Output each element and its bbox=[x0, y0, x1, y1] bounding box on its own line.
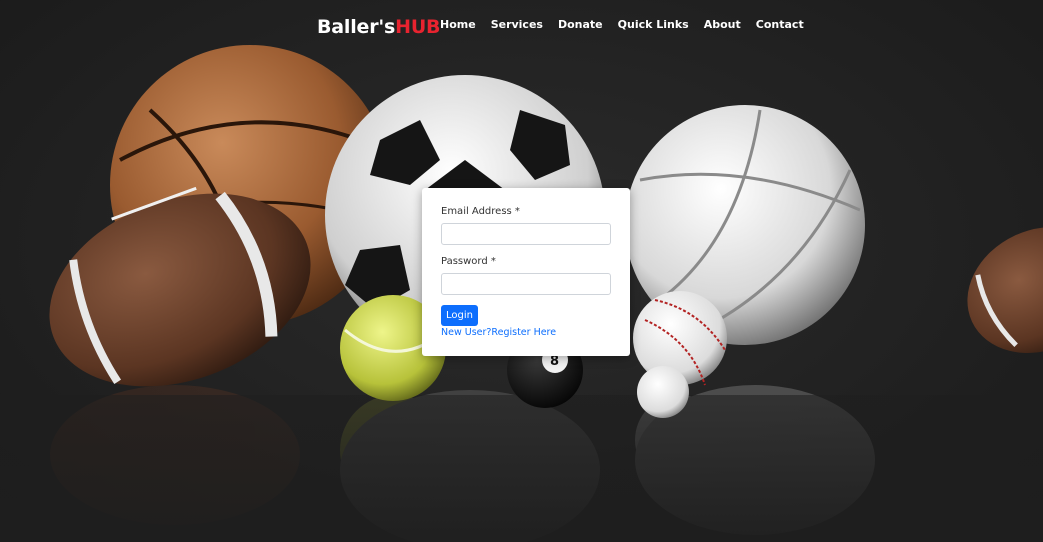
nav-link-contact[interactable]: Contact bbox=[756, 18, 804, 31]
brand-logo[interactable]: Baller'sHUB bbox=[317, 16, 441, 38]
nav-link-services[interactable]: Services bbox=[491, 18, 543, 31]
nav-link-home[interactable]: Home bbox=[440, 18, 476, 31]
password-label: Password * bbox=[441, 256, 496, 267]
nav-link-donate[interactable]: Donate bbox=[558, 18, 603, 31]
register-link[interactable]: New User?Register Here bbox=[441, 327, 556, 338]
nav-link-quick-links[interactable]: Quick Links bbox=[618, 18, 689, 31]
brand-name-part1: Baller's bbox=[317, 16, 396, 38]
nav-links: Home Services Donate Quick Links About C… bbox=[440, 18, 819, 31]
login-card: Email Address * Password * Login New Use… bbox=[422, 188, 630, 356]
email-field[interactable] bbox=[441, 223, 611, 245]
top-navbar: Baller'sHUB Home Services Donate Quick L… bbox=[0, 0, 1043, 52]
password-field[interactable] bbox=[441, 273, 611, 295]
svg-text:8: 8 bbox=[550, 354, 559, 369]
login-button[interactable]: Login bbox=[441, 305, 478, 326]
email-label: Email Address * bbox=[441, 206, 520, 217]
brand-name-part2: HUB bbox=[395, 16, 441, 38]
nav-link-about[interactable]: About bbox=[704, 18, 741, 31]
